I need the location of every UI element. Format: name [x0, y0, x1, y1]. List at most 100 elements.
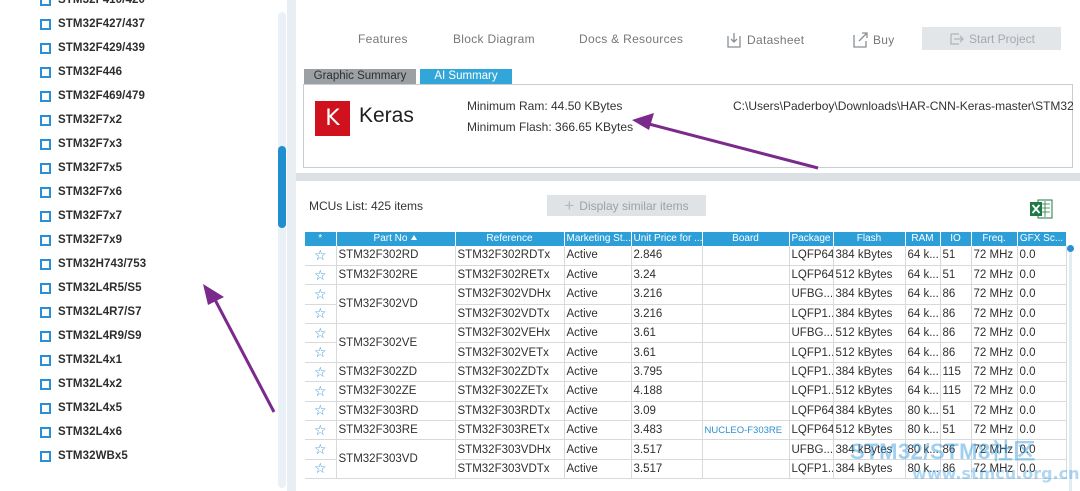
nav-docs-resources-link[interactable]: Docs & Resources — [579, 32, 683, 46]
series-list-item[interactable]: STM32F7x3 — [40, 132, 270, 156]
col-header-reference[interactable]: Reference — [455, 232, 565, 246]
series-label: STM32L4x1 — [58, 354, 123, 366]
series-list-item[interactable]: STM32F7x9 — [40, 228, 270, 252]
series-checkbox[interactable] — [40, 306, 51, 318]
series-list-item[interactable]: STM32F446 — [40, 60, 270, 84]
series-checkbox[interactable] — [40, 138, 51, 150]
series-list-item[interactable]: STM32WBx5 — [40, 444, 270, 468]
series-checkbox[interactable] — [40, 90, 51, 102]
series-list-item[interactable]: STM32L4x1 — [40, 348, 270, 372]
series-checkbox[interactable] — [40, 186, 51, 198]
nav-datasheet-link[interactable]: Datasheet — [726, 32, 804, 48]
start-project-button[interactable]: Start Project — [922, 27, 1061, 50]
display-similar-button[interactable]: + Display similar items — [547, 195, 706, 216]
series-checkbox[interactable] — [40, 282, 51, 294]
series-list-item[interactable]: STM32L4x5 — [40, 396, 270, 420]
series-checkbox[interactable] — [40, 18, 51, 30]
favorite-star-icon[interactable]: ☆ — [305, 401, 337, 422]
series-list-item[interactable]: STM32F410/420 — [40, 0, 270, 12]
start-project-label: Start Project — [968, 31, 1036, 46]
mcu-table-scrollbar-thumb[interactable] — [1067, 245, 1074, 252]
col-header-unit-price[interactable]: Unit Price for ... — [631, 232, 703, 246]
series-checkbox[interactable] — [40, 450, 51, 462]
series-checkbox[interactable] — [40, 66, 51, 78]
series-checkbox[interactable] — [40, 42, 51, 54]
series-checkbox[interactable] — [40, 354, 51, 366]
series-list-item[interactable]: STM32F7x5 — [40, 156, 270, 180]
series-list-item[interactable]: STM32L4R9/S9 — [40, 324, 270, 348]
col-header-gfx-score[interactable]: GFX Sc... — [1017, 232, 1067, 246]
favorite-star-icon[interactable]: ☆ — [305, 439, 337, 460]
table-row[interactable]: ☆ STM32F302ZD STM32F302ZDTx Active 3.795 LQFP… — [305, 362, 1067, 383]
favorite-star-icon[interactable]: ☆ — [305, 420, 337, 441]
series-checkbox[interactable] — [40, 0, 51, 6]
favorite-star-icon[interactable]: ☆ — [305, 362, 337, 383]
favorite-star-icon[interactable]: ☆ — [305, 459, 337, 480]
series-list-item[interactable]: STM32F7x6 — [40, 180, 270, 204]
mcu-table-scrollbar-track[interactable] — [1069, 249, 1072, 491]
mcu-count-label: MCUs List: 425 items — [309, 199, 424, 213]
series-checkbox[interactable] — [40, 114, 51, 126]
excel-export-icon[interactable] — [1029, 198, 1053, 220]
nav-buy-link[interactable]: Buy — [852, 32, 895, 48]
table-row[interactable]: ☆ STM32F303RE STM32F303RETx Active 3.483 NUCL… — [305, 420, 1067, 441]
series-checkbox[interactable] — [40, 234, 51, 246]
favorite-star-icon[interactable]: ☆ — [305, 381, 337, 402]
table-row[interactable]: ☆ STM32F303VD STM32F303VDHx Active 3.517 UFBG… — [305, 439, 1067, 480]
col-header-part-no[interactable]: Part No — [336, 232, 456, 246]
board-cell — [702, 284, 790, 305]
col-header-board[interactable]: Board — [702, 232, 790, 246]
table-row[interactable]: ☆ STM32F302VD STM32F302VDHx Active 3.216 UFBG… — [305, 284, 1067, 325]
series-label: STM32L4R5/S5 — [58, 282, 142, 294]
gfx-cell: 0.0 — [1017, 246, 1067, 266]
part-no-cell: STM32F303RE — [336, 420, 456, 441]
horizontal-splitter[interactable] — [296, 173, 1080, 181]
series-list-item[interactable]: STM32H743/753 — [40, 252, 270, 276]
series-list-item[interactable]: STM32F427/437 — [40, 12, 270, 36]
series-checkbox[interactable] — [40, 162, 51, 174]
series-list-scrollbar-thumb[interactable] — [278, 146, 286, 228]
tab-graphic-summary[interactable]: Graphic Summary — [304, 69, 416, 84]
favorite-star-icon[interactable]: ☆ — [305, 246, 337, 266]
series-checkbox[interactable] — [40, 258, 51, 270]
series-list-item[interactable]: STM32L4x2 — [40, 372, 270, 396]
tab-ai-summary[interactable]: AI Summary — [420, 69, 512, 84]
ram-cell: 64 k... — [905, 381, 941, 402]
table-row[interactable]: ☆ STM32F302RE STM32F302RETx Active 3.24 LQFP6… — [305, 265, 1067, 286]
series-list-item[interactable]: STM32F7x7 — [40, 204, 270, 228]
favorite-star-icon[interactable]: ☆ — [305, 265, 337, 286]
board-cell[interactable]: NUCLEO-F303RE — [702, 420, 790, 441]
col-header-ram[interactable]: RAM — [905, 232, 941, 246]
series-checkbox[interactable] — [40, 402, 51, 414]
series-list-item[interactable]: STM32L4R7/S7 — [40, 300, 270, 324]
col-header-favorite[interactable]: * — [305, 232, 337, 246]
col-header-package[interactable]: Package — [789, 232, 834, 246]
nav-block-diagram-link[interactable]: Block Diagram — [453, 32, 535, 46]
col-header-flash[interactable]: Flash — [833, 232, 906, 246]
favorite-star-icon[interactable]: ☆ — [305, 304, 337, 325]
favorite-star-icon[interactable]: ☆ — [305, 342, 337, 363]
col-header-io[interactable]: IO — [940, 232, 972, 246]
series-list-item[interactable]: STM32F469/479 — [40, 84, 270, 108]
series-checkbox[interactable] — [40, 426, 51, 438]
series-list-item[interactable]: STM32F429/439 — [40, 36, 270, 60]
series-checkbox[interactable] — [40, 378, 51, 390]
series-list-item[interactable]: STM32L4R5/S5 — [40, 276, 270, 300]
favorite-star-icon[interactable]: ☆ — [305, 284, 337, 305]
col-header-marketing-status[interactable]: Marketing St... — [564, 232, 632, 246]
io-cell: 51 — [940, 420, 972, 441]
table-row[interactable]: ☆ STM32F302RD STM32F302RDTx Active 2.846 LQFP… — [305, 246, 1067, 266]
series-list-item[interactable]: STM32F7x2 — [40, 108, 270, 132]
series-checkbox[interactable] — [40, 210, 51, 222]
series-list-item[interactable]: STM32L4x6 — [40, 420, 270, 444]
table-row[interactable]: ☆ STM32F302VE STM32F302VEHx Active 3.61 UFBG.… — [305, 323, 1067, 363]
panel-splitter[interactable] — [287, 0, 296, 491]
nav-features-link[interactable]: Features — [358, 32, 408, 46]
series-list-scrollbar-track[interactable] — [278, 12, 286, 488]
favorite-star-icon[interactable]: ☆ — [305, 323, 337, 344]
table-row[interactable]: ☆ STM32F302ZE STM32F302ZETx Active 4.188 LQFP… — [305, 381, 1067, 402]
status-cell: Active — [564, 323, 632, 344]
series-checkbox[interactable] — [40, 330, 51, 342]
table-row[interactable]: ☆ STM32F303RD STM32F303RDTx Active 3.09 LQFP6… — [305, 401, 1067, 422]
col-header-freq[interactable]: Freq. — [971, 232, 1018, 246]
